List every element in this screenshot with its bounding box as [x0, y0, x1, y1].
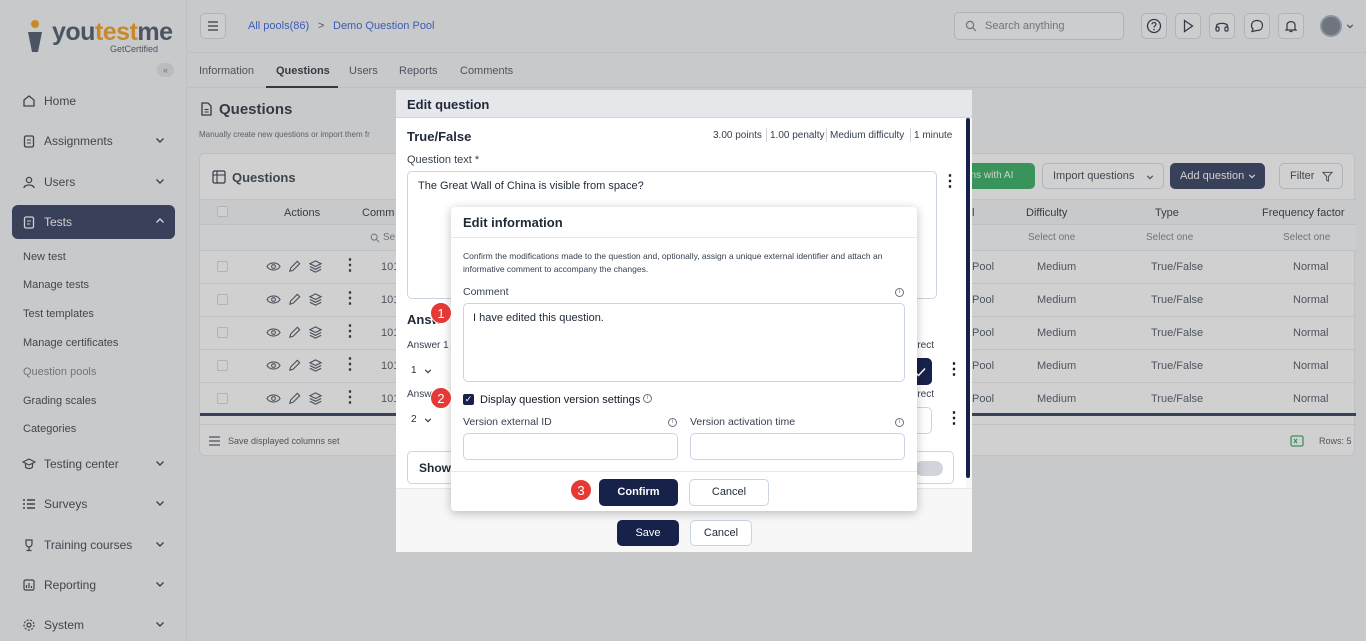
- info-icon[interactable]: i: [895, 288, 904, 297]
- info-icon[interactable]: i: [668, 418, 677, 427]
- meta-time: 1 minute: [914, 130, 953, 141]
- version-settings-checkbox[interactable]: ✓: [463, 394, 474, 405]
- answer-1-order[interactable]: 1: [411, 365, 417, 376]
- edit-information-modal: Edit information Confirm the modificatio…: [451, 207, 917, 511]
- comment-label: Comment: [463, 286, 509, 298]
- meta-difficulty: Medium difficulty: [830, 130, 905, 141]
- answer-1-menu-icon[interactable]: ⋮: [946, 362, 962, 378]
- comment-textarea[interactable]: I have edited this question.: [463, 303, 905, 382]
- show-options-toggle[interactable]: [915, 461, 943, 476]
- version-time-label: Version activation time: [690, 416, 796, 428]
- chevron-down-icon[interactable]: [424, 367, 432, 375]
- meta-divider: [910, 128, 911, 142]
- correct-1-label: rrect: [914, 340, 934, 351]
- question-text-label: Question text *: [407, 154, 480, 166]
- answer-2-label: Answ: [407, 389, 432, 400]
- version-id-label: Version external ID: [463, 416, 552, 428]
- chevron-down-icon[interactable]: [424, 416, 432, 424]
- cancel-button[interactable]: Cancel: [689, 479, 769, 506]
- step-marker-2: 2: [430, 387, 452, 409]
- question-type-title: True/False: [407, 129, 472, 144]
- version-activation-time-input[interactable]: [690, 433, 905, 460]
- confirm-button[interactable]: Confirm: [599, 479, 678, 506]
- step-marker-1: 1: [430, 302, 452, 324]
- info-icon[interactable]: i: [895, 418, 904, 427]
- meta-divider: [766, 128, 767, 142]
- meta-points: 3.00 points: [713, 130, 762, 141]
- meta-penalty: 1.00 penalty: [770, 130, 825, 141]
- edit-information-footer: Confirm Cancel: [451, 471, 917, 511]
- edit-information-description: Confirm the modifications made to the qu…: [463, 251, 883, 274]
- save-button[interactable]: Save: [617, 520, 679, 546]
- meta-divider: [826, 128, 827, 142]
- cancel-button[interactable]: Cancel: [690, 520, 752, 546]
- info-icon[interactable]: i: [643, 394, 652, 403]
- answer-2-order[interactable]: 2: [411, 414, 417, 425]
- answer-1-label: Answer 1: [407, 340, 449, 351]
- answer-2-menu-icon[interactable]: ⋮: [946, 411, 962, 427]
- version-external-id-input[interactable]: [463, 433, 678, 460]
- edit-information-title: Edit information: [451, 207, 917, 238]
- version-settings-label[interactable]: Display question version settings: [480, 394, 640, 406]
- question-menu-icon[interactable]: ⋮: [942, 174, 958, 190]
- step-marker-3: 3: [570, 479, 592, 501]
- scrollbar[interactable]: [966, 118, 970, 478]
- correct-2-label: rrect: [914, 389, 934, 400]
- edit-question-title: Edit question: [396, 90, 972, 118]
- show-options-label: Show: [419, 461, 451, 475]
